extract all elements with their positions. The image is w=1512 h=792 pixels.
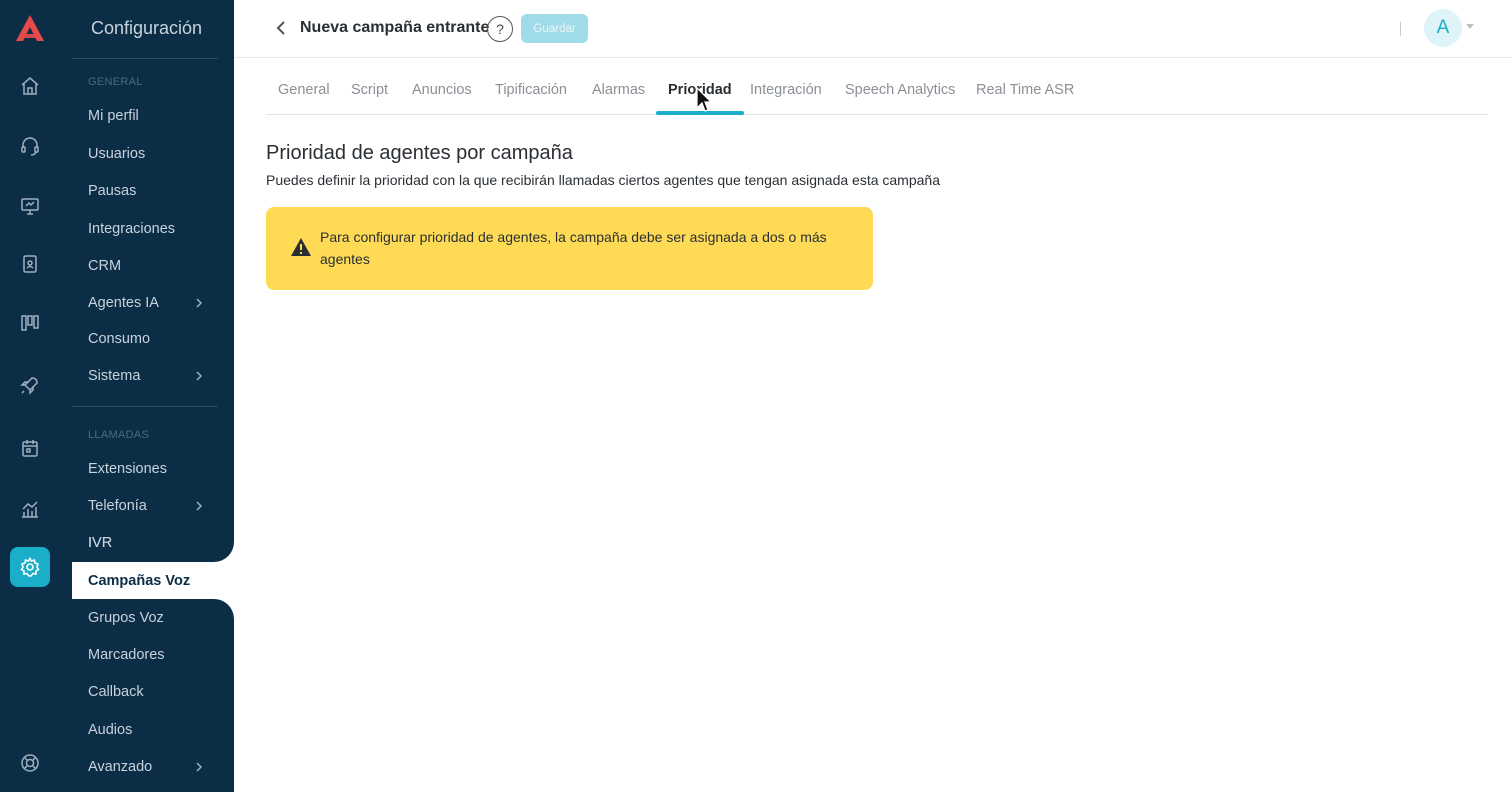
save-button[interactable]: Guardar — [521, 14, 588, 43]
sidebar-item-consumo[interactable]: Consumo — [72, 321, 234, 357]
back-arrow-icon[interactable] — [274, 18, 288, 38]
tab-general[interactable]: General — [266, 76, 342, 114]
section-description: Puedes definir la prioridad con la que r… — [266, 172, 940, 188]
sidebar-divider — [72, 406, 218, 407]
chevron-right-icon — [196, 762, 203, 772]
campaign-tabs: General Script Anuncios Tipificación Ala… — [266, 76, 1488, 115]
section-title: Prioridad de agentes por campaña — [266, 142, 573, 164]
sidebar-item-integraciones[interactable]: Integraciones — [72, 211, 234, 247]
sidebar-item-crm[interactable]: CRM — [72, 248, 234, 284]
chevron-right-icon — [196, 501, 203, 511]
rail-settings-icon[interactable] — [10, 547, 50, 587]
warning-text: Para configurar prioridad de agentes, la… — [320, 229, 827, 267]
sidebar-item-extensiones[interactable]: Extensiones — [72, 451, 234, 487]
rail-monitor-icon[interactable] — [10, 186, 50, 226]
sidebar-divider — [72, 58, 218, 59]
sidebar-title: Configuración — [91, 18, 203, 38]
sidebar-item-avanzado[interactable]: Avanzado — [72, 749, 234, 785]
sidebar-item-callback[interactable]: Callback — [72, 674, 234, 710]
tab-script[interactable]: Script — [339, 76, 400, 114]
warning-icon — [291, 238, 311, 256]
sidebar-item-mi-perfil[interactable]: Mi perfil — [72, 98, 234, 134]
sidebar-item-pausas[interactable]: Pausas — [72, 173, 234, 209]
sidebar-item-grupos-voz[interactable]: Grupos Voz — [72, 600, 234, 636]
rail-headset-icon[interactable] — [10, 126, 50, 166]
caret-down-icon[interactable] — [1466, 24, 1474, 29]
rail-contacts-icon[interactable] — [10, 244, 50, 284]
sidebar-item-ivr-overlay[interactable]: IVR — [72, 525, 234, 561]
user-avatar[interactable]: A — [1424, 9, 1462, 47]
rail-support-icon[interactable] — [10, 743, 50, 783]
sidebar-item-telefonia[interactable]: Telefonía — [72, 488, 234, 524]
sidebar-item-audios[interactable]: Audios — [72, 712, 234, 748]
sidebar-item-agentes-ia[interactable]: Agentes IA — [72, 285, 234, 321]
rail-home-icon[interactable] — [10, 66, 50, 106]
page-header: Nueva campaña entrante ? Guardar A — [234, 0, 1512, 58]
rail-kanban-icon[interactable] — [10, 303, 50, 343]
section-general: GENERAL — [88, 76, 143, 88]
tab-speech-analytics[interactable]: Speech Analytics — [833, 76, 967, 114]
sidebar-item-usuarios[interactable]: Usuarios — [72, 136, 234, 172]
sidebar-item-campanas-voz[interactable]: Campañas Voz — [72, 562, 234, 599]
mouse-pointer-icon — [696, 86, 713, 112]
brand-logo[interactable] — [13, 12, 47, 44]
rail-analytics-icon[interactable] — [10, 489, 50, 529]
sidebar-item-marcadores[interactable]: Marcadores — [72, 637, 234, 673]
header-separator — [1400, 22, 1401, 36]
icon-rail — [0, 0, 60, 792]
chevron-right-icon — [196, 298, 203, 308]
rail-calendar-icon[interactable] — [10, 428, 50, 468]
rail-rocket-icon[interactable] — [10, 365, 50, 405]
sidebar-item-sistema[interactable]: Sistema — [72, 358, 234, 394]
tab-real-time-asr[interactable]: Real Time ASR — [964, 76, 1086, 114]
tab-anuncios[interactable]: Anuncios — [400, 76, 484, 114]
tab-tipificacion[interactable]: Tipificación — [483, 76, 579, 114]
section-llamadas: LLAMADAS — [88, 429, 150, 441]
chevron-right-icon — [196, 371, 203, 381]
help-button[interactable]: ? — [487, 16, 513, 42]
page-title: Nueva campaña entrante — [300, 19, 490, 36]
tab-integracion[interactable]: Integración — [738, 76, 834, 114]
tab-alarmas[interactable]: Alarmas — [580, 76, 657, 114]
app-root: Configuración GENERAL Mi perfil Usuarios… — [0, 0, 1512, 792]
warning-alert: Para configurar prioridad de agentes, la… — [266, 207, 873, 290]
